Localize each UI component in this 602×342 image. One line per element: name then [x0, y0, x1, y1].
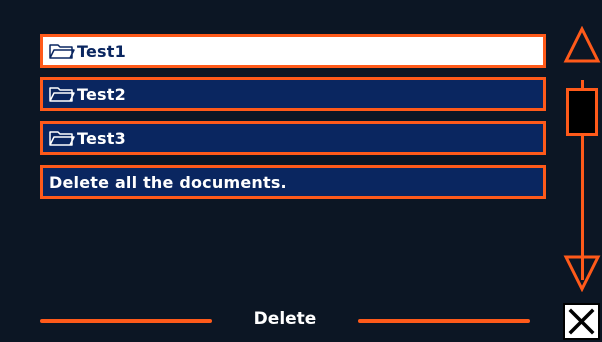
scroll-thumb[interactable]: [566, 88, 598, 136]
delete-all-option[interactable]: Delete all the documents.: [40, 165, 546, 199]
list-item-label: Test1: [77, 41, 126, 61]
list-item-test3[interactable]: Test3: [40, 121, 546, 155]
scrollbar[interactable]: [563, 26, 601, 298]
footer-divider-right: [358, 319, 530, 323]
list-item-label: Test3: [77, 128, 126, 148]
delete-button[interactable]: Delete: [212, 309, 358, 329]
list-item-test2[interactable]: Test2: [40, 77, 546, 111]
list-item-label: Test2: [77, 84, 126, 104]
footer-bar: Delete: [0, 300, 602, 342]
folder-icon: [49, 85, 75, 103]
folder-icon: [49, 129, 75, 147]
footer-divider-left: [40, 319, 212, 323]
close-icon: [568, 308, 595, 335]
triangle-up-icon[interactable]: [563, 26, 601, 64]
folder-icon: [49, 42, 75, 60]
list-item-test1[interactable]: Test1: [40, 34, 546, 68]
delete-all-label: Delete all the documents.: [49, 172, 287, 192]
close-button[interactable]: [563, 303, 600, 340]
triangle-down-icon[interactable]: [563, 254, 601, 292]
